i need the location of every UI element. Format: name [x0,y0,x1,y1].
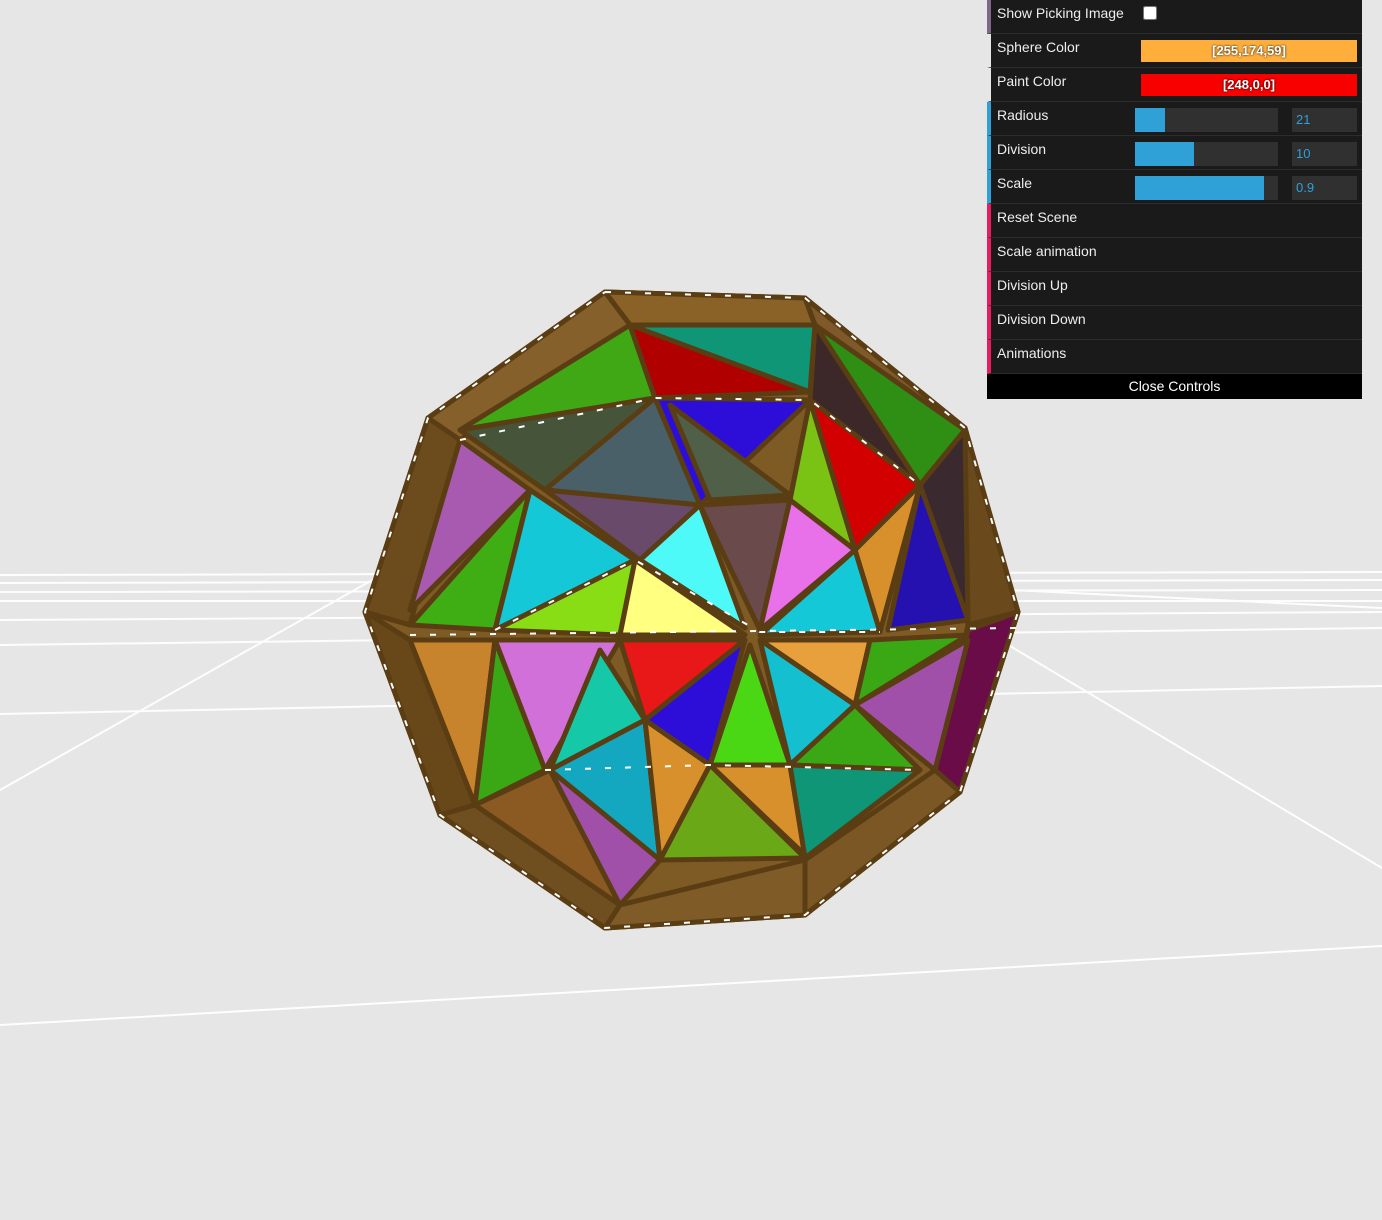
scale-label: Scale [997,175,1033,191]
paint-color-label: Paint Color [997,73,1067,89]
reset-scene-label: Reset Scene [997,209,1078,225]
controls-panel: Show Picking Image Sphere Color [255,174… [987,0,1362,399]
division-input[interactable]: 10 [1292,142,1357,166]
radius-slider[interactable] [1135,108,1278,132]
show-picking-checkbox[interactable] [1143,6,1157,20]
radius-slider-fill [1135,108,1166,132]
sphere-color-label: Sphere Color [997,39,1080,55]
paint-color-swatch[interactable]: [248,0,0] [1141,74,1357,96]
sphere-color-row[interactable]: Sphere Color [255,174,59] [987,34,1362,68]
scale-slider-fill [1135,176,1264,200]
sphere-color-swatch[interactable]: [255,174,59] [1141,40,1357,62]
division-down-label: Division Down [997,311,1086,327]
radius-input[interactable]: 21 [1292,108,1357,132]
reset-scene-button[interactable]: Reset Scene [987,204,1362,238]
division-label: Division [997,141,1047,157]
scale-animation-button[interactable]: Scale animation [987,238,1362,272]
division-slider[interactable] [1135,142,1278,166]
division-slider-fill [1135,142,1194,166]
division-down-button[interactable]: Division Down [987,306,1362,340]
show-picking-row[interactable]: Show Picking Image [987,0,1362,34]
radius-label: Radious [997,107,1049,123]
division-up-label: Division Up [997,277,1068,293]
show-picking-label: Show Picking Image [997,5,1124,21]
animations-label: Animations [997,345,1067,361]
scale-row[interactable]: Scale 0.9 [987,170,1362,204]
division-up-button[interactable]: Division Up [987,272,1362,306]
animations-button[interactable]: Animations [987,340,1362,374]
scale-slider[interactable] [1135,176,1278,200]
geodesic-sphere[interactable] [362,289,1021,931]
division-row[interactable]: Division 10 [987,136,1362,170]
scale-input[interactable]: 0.9 [1292,176,1357,200]
scale-animation-label: Scale animation [997,243,1097,259]
close-controls-button[interactable]: Close Controls [987,374,1362,399]
radius-row[interactable]: Radious 21 [987,102,1362,136]
paint-color-row[interactable]: Paint Color [248,0,0] [987,68,1362,102]
